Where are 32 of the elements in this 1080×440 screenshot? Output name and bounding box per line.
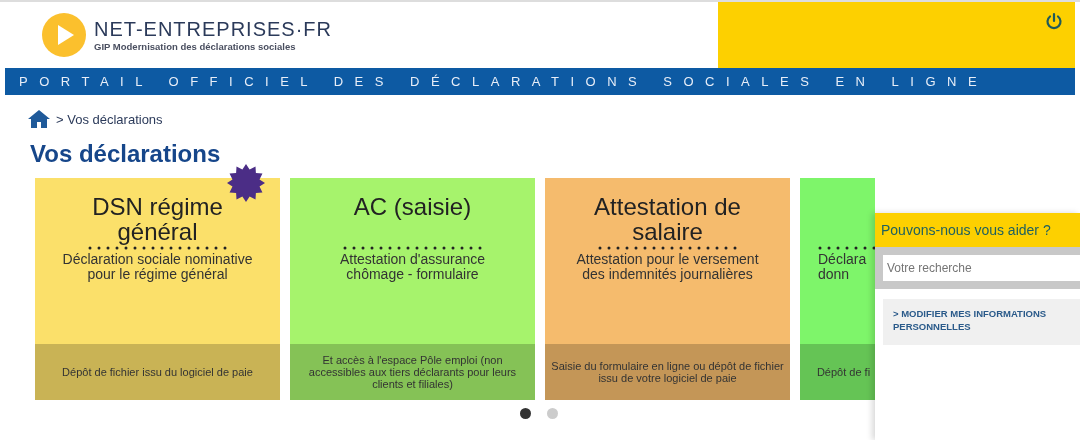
card-description: chômage - formulaire <box>345 267 480 282</box>
banner-text: PORTAIL OFFICIEL DES DÉCLARATIONS SOCIALES EN LIGNE <box>19 74 989 89</box>
site-logo-title: NET-ENTREPRISES·FR <box>94 18 333 41</box>
card-title: Attestation de salaire <box>593 194 742 244</box>
personal-info-link[interactable]: > MODIFIER MES INFORMATIONS PERSONNELLES <box>883 299 1080 345</box>
card-description: des indemnités journalières <box>581 267 754 282</box>
search-field[interactable]: Votre recherche <box>883 255 1080 281</box>
card-title: AC (saisie) <box>352 194 473 222</box>
help-title: Pouvons-nous vous aider ? <box>875 213 1080 247</box>
card-description: Déclara <box>818 252 868 267</box>
card-title: DSN régime général <box>91 194 224 244</box>
card-description: Attestation d'assurance <box>338 252 487 267</box>
page-heading: Vos déclarations <box>30 140 222 168</box>
declaration-card[interactable]: Déclara donn Dépôt de fi <box>800 178 875 400</box>
card-description: Déclaration sociale nominative <box>61 252 254 267</box>
site-logo-subtitle: GIP Modernisation des déclarations sociales <box>94 41 297 52</box>
declaration-card[interactable]: Attestation de salaire Attestation pour le versement des indemnités journalières Saisie du formulaire en ligne ou dépôt de fichier issu de votre logiciel de paie <box>545 178 790 400</box>
declaration-card[interactable]: AC (saisie) Attestation d'assurance chômage - formulaire Et accès à l'espace Pôle emploi (non accessibles aux tiers déclarants pour leurs clients et filiales) <box>290 178 535 400</box>
declaration-card[interactable]: DSN régime général Déclaration sociale nominative pour le régime général Dépôt de fichier issu du logiciel de paie <box>35 178 280 400</box>
card-description: donn <box>818 267 851 282</box>
card-footer-text: Saisie du formulaire en ligne ou dépôt de fichier issu de votre logiciel de paie <box>551 360 784 384</box>
card-footer-text: Dépôt de fi <box>816 366 871 378</box>
page-dot[interactable] <box>520 408 531 419</box>
home-icon[interactable] <box>28 110 50 128</box>
card-description: Attestation pour le versement <box>575 252 760 267</box>
breadcrumb-current: > Vos déclarations <box>56 111 163 127</box>
card-footer-text: Et accès à l'espace Pôle emploi (non accessibles aux tiers déclarants pour leurs clients et filiales) <box>307 354 518 390</box>
card-description: pour le régime général <box>86 267 229 282</box>
play-logo-icon <box>42 13 86 57</box>
power-icon[interactable] <box>1045 12 1063 30</box>
card-footer-text: Dépôt de fichier issu du logiciel de paie <box>62 366 253 378</box>
page-dot[interactable] <box>547 408 558 419</box>
